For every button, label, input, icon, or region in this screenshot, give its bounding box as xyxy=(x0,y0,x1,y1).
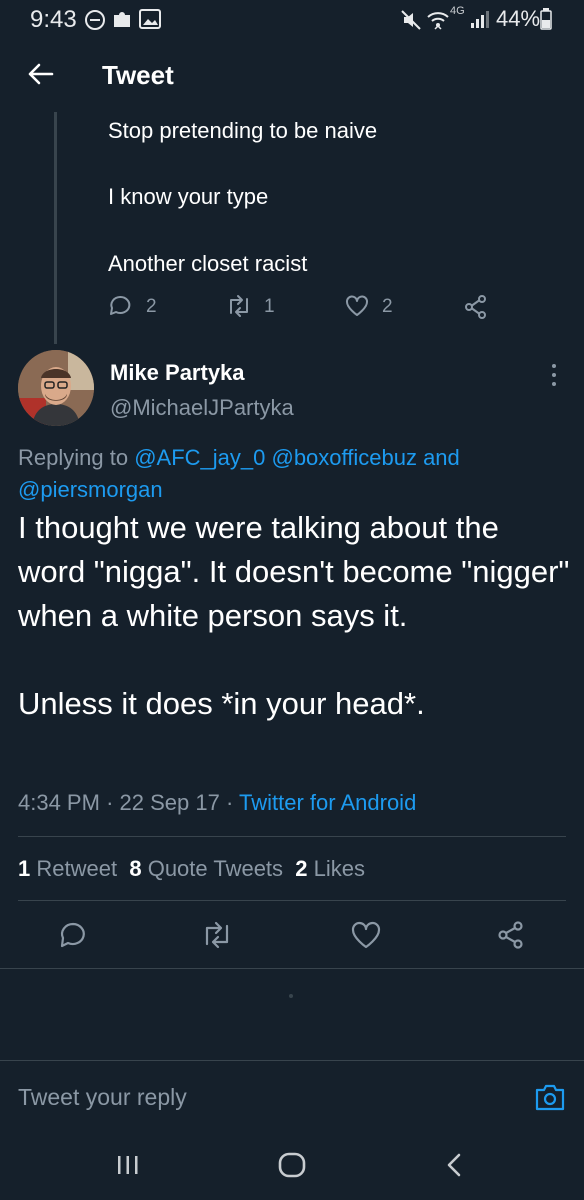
replying-and[interactable]: and xyxy=(417,445,460,470)
previous-retweet-button[interactable]: 1 xyxy=(226,294,286,320)
author-name[interactable]: Mike Partyka xyxy=(110,360,245,386)
previous-tweet-line: Stop pretending to be naive xyxy=(108,118,378,143)
status-time: 9:43 xyxy=(30,6,77,33)
share-icon[interactable] xyxy=(463,294,489,320)
retweets-label: Retweet xyxy=(36,856,118,881)
signal-icon xyxy=(471,11,489,28)
replying-prefix: Replying to xyxy=(18,445,135,470)
tweet-time: 4:34 PM xyxy=(18,790,100,815)
previous-tweet-line: I know your type xyxy=(108,184,269,209)
recent-apps-icon[interactable] xyxy=(116,1154,140,1176)
mention-link[interactable]: @AFC_jay_0 xyxy=(134,445,265,470)
previous-retweet-count: 1 xyxy=(264,296,275,317)
previous-reply-button[interactable]: 2 xyxy=(108,294,168,320)
divider xyxy=(0,968,584,969)
network-type: 4G xyxy=(450,5,465,17)
retweets-stat[interactable]: 1 Retweet xyxy=(18,856,117,881)
reply-icon xyxy=(110,295,131,315)
page-title: Tweet xyxy=(102,60,174,90)
quotes-label: Quote Tweets xyxy=(147,856,284,881)
meta-separator: · xyxy=(225,790,234,815)
image-icon xyxy=(139,9,161,29)
camera-icon[interactable] xyxy=(534,1082,566,1112)
heart-icon xyxy=(346,295,368,316)
previous-like-count: 2 xyxy=(382,296,393,317)
likes-stat[interactable]: 2 Likes xyxy=(295,856,365,881)
heart-icon[interactable] xyxy=(350,920,382,950)
previous-reply-count: 2 xyxy=(146,296,157,317)
meta-separator: · xyxy=(106,790,114,815)
quote-tweets-stat[interactable]: 8 Quote Tweets xyxy=(129,856,283,881)
thread-line xyxy=(54,112,57,344)
reply-icon[interactable] xyxy=(58,920,88,950)
retweet-icon xyxy=(230,295,248,317)
replying-to: Replying to @AFC_jay_0 @boxofficebuz and… xyxy=(18,442,558,506)
more-options-icon[interactable] xyxy=(548,362,560,388)
loading-dot xyxy=(289,994,293,998)
author-handle[interactable]: @MichaelJPartyka xyxy=(110,395,294,421)
home-icon[interactable] xyxy=(278,1152,306,1178)
retweet-icon[interactable] xyxy=(200,920,234,950)
avatar[interactable] xyxy=(18,350,94,426)
mute-icon xyxy=(401,10,421,30)
retweets-count: 1 xyxy=(18,856,31,881)
tweet-stats: 1 Retweet 8 Quote Tweets 2 Likes xyxy=(18,856,365,882)
tweet-source[interactable]: Twitter for Android xyxy=(239,790,416,815)
previous-like-button[interactable]: 2 xyxy=(344,294,404,320)
back-arrow-icon[interactable] xyxy=(26,60,54,88)
back-nav-icon[interactable] xyxy=(444,1152,464,1178)
likes-label: Likes xyxy=(313,856,366,881)
divider xyxy=(18,900,566,901)
tweet-date: 22 Sep 17 xyxy=(119,790,220,815)
quotes-count: 8 xyxy=(129,856,142,881)
avatar-image xyxy=(18,350,94,426)
battery-percent: 44% xyxy=(496,6,541,31)
tweet-text: I thought we were talking about the word… xyxy=(18,510,570,721)
share-icon[interactable] xyxy=(496,920,526,950)
dnd-icon xyxy=(85,10,105,30)
status-bar: 9:43 4G 44% xyxy=(0,0,584,38)
battery-icon xyxy=(540,8,552,30)
wifi-icon xyxy=(427,12,449,30)
header xyxy=(0,40,584,114)
divider xyxy=(18,836,566,837)
tweet-meta: 4:34 PM · 22 Sep 17 · Twitter for Androi… xyxy=(18,790,416,816)
puzzle-icon xyxy=(114,12,130,27)
reply-input[interactable]: Tweet your reply xyxy=(18,1084,187,1111)
mention-link[interactable]: @piersmorgan xyxy=(18,477,163,502)
previous-tweet-line: Another closet racist xyxy=(108,251,308,276)
mention-link[interactable]: @boxofficebuz xyxy=(271,445,416,470)
likes-count: 2 xyxy=(295,856,308,881)
